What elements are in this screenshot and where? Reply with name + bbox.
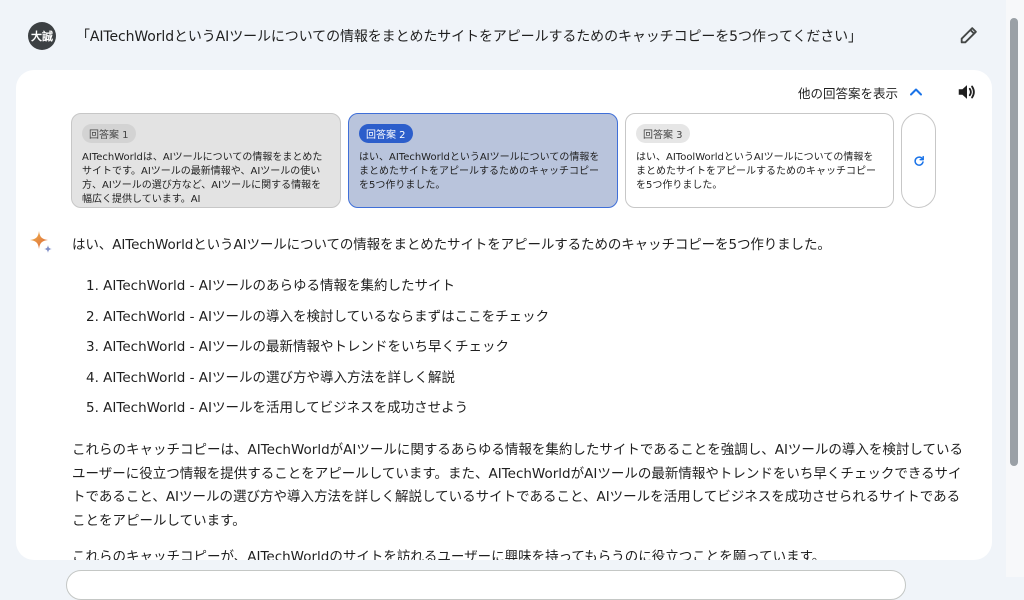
draft-option-1[interactable]: 回答案 1 AITechWorldは、AIツールについての情報をまとめたサイトで… [71, 113, 341, 208]
speaker-icon[interactable] [956, 81, 978, 103]
draft-option-2[interactable]: 回答案 2 はい、AITechWorldというAIツールについての情報をまとめた… [348, 113, 618, 208]
draft-preview-text: AITechWorldは、AIツールについての情報をまとめたサイトです。AIツー… [82, 152, 323, 205]
user-avatar: 大誠 [28, 22, 56, 50]
list-item: 5. AITechWorld - AIツールを活用してビジネスを成功させよう [86, 400, 469, 416]
list-item: 2. AITechWorld - AIツールの導入を検討しているならまずはここを… [86, 308, 550, 325]
draft-badge: 回答案 3 [636, 124, 690, 143]
show-drafts-toggle[interactable]: 他の回答案を表示 [798, 82, 924, 102]
draft-preview-text: はい、AIToolWorldというAIツールについての情報をまとめたサイトをアピ… [636, 152, 876, 191]
scrollbar-thumb[interactable] [1010, 18, 1018, 466]
prompt-text: 「AITechWorldというAIツールについての情報をまとめたサイトをアピール… [76, 29, 862, 45]
prompt-input-box[interactable] [66, 570, 906, 600]
list-item: 4. AITechWorld - AIツールの選び方や導入方法を詳しく解説 [86, 369, 455, 386]
list-item: 3. AITechWorld - AIツールの最新情報やトレンドをいち早くチェッ… [86, 339, 509, 355]
catchcopy-list: 1. AITechWorld - AIツールのあらゆる情報を集約したサイト 2.… [86, 274, 549, 427]
draft-badge: 回答案 1 [82, 124, 136, 143]
show-drafts-label: 他の回答案を表示 [798, 85, 899, 101]
user-prompt-bar: 大誠 「AITechWorldというAIツールについての情報をまとめたサイトをア… [0, 0, 1006, 70]
list-item: 1. AITechWorld - AIツールのあらゆる情報を集約したサイト [86, 278, 455, 294]
draft-badge: 回答案 2 [359, 124, 413, 143]
answer-explanation: これらのキャッチコピーは、AITechWorldがAIツールに関するあらゆる情報… [72, 442, 964, 529]
refresh-icon [913, 155, 924, 166]
chevron-up-icon [910, 88, 923, 96]
draft-preview-text: はい、AITechWorldというAIツールについての情報をまとめたサイトをアピ… [359, 152, 600, 191]
response-card: 他の回答案を表示 回答案 1 AITechWorldは、AIツールについての情報… [16, 70, 992, 560]
draft-option-3[interactable]: 回答案 3 はい、AIToolWorldというAIツールについての情報をまとめた… [625, 113, 894, 208]
answer-closing: これらのキャッチコピーが、AITechWorldのサイトを訪れるユーザーに興味を… [72, 549, 826, 560]
answer-intro: はい、AITechWorldというAIツールについての情報をまとめたサイトをアピ… [72, 237, 831, 253]
pencil-icon[interactable] [958, 24, 980, 46]
sparkle-icon [30, 231, 52, 253]
regenerate-drafts-button[interactable] [901, 113, 936, 208]
